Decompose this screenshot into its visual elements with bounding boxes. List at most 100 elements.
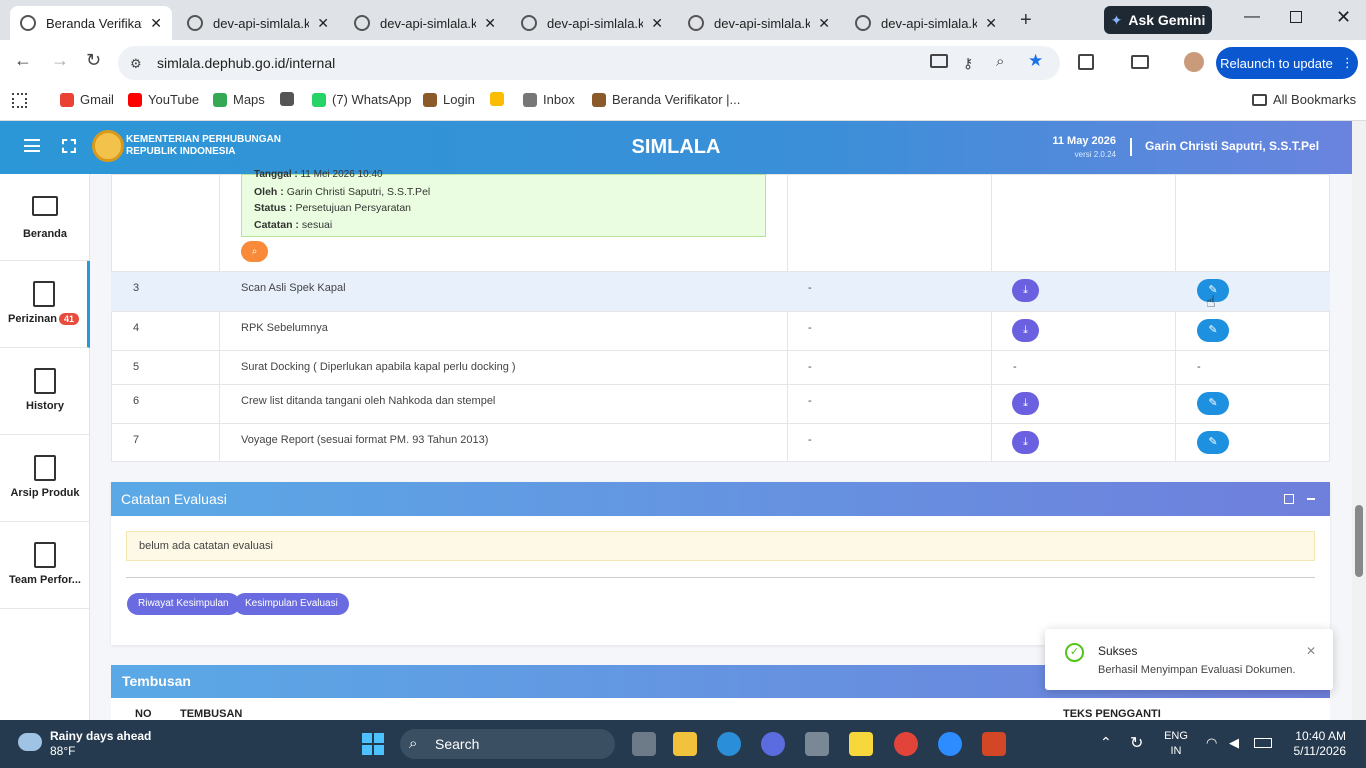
download-button[interactable]: ⤓ (1012, 431, 1039, 454)
sync-icon[interactable]: ↻ (1130, 733, 1143, 753)
profile-avatar[interactable] (1184, 52, 1204, 72)
bookmark-label: Beranda Verifikator |... (612, 92, 741, 107)
column-tembusan: TEMBUSAN (180, 708, 243, 720)
volume-icon[interactable]: ◀ (1229, 735, 1239, 751)
bookmark-label: YouTube (148, 92, 200, 107)
minimize-button[interactable]: — (1244, 8, 1260, 26)
bookmark-star-icon[interactable]: ★ (1028, 51, 1043, 71)
relaunch-button[interactable]: Relaunch to update ⋮ (1216, 47, 1358, 79)
document-icon (32, 281, 55, 307)
toast-close-icon[interactable]: ✕ (1306, 644, 1316, 658)
user-name[interactable]: Garin Christi Saputri, S.S.T.Pel (1145, 139, 1319, 153)
bookmark-item[interactable]: YouTube (128, 92, 199, 107)
sidebar-item-perizinan[interactable]: Perizinan 41 (0, 261, 90, 348)
kesimpulan-evaluasi-button[interactable]: Kesimpulan Evaluasi (234, 593, 349, 615)
document-icon (34, 542, 56, 568)
maximize-button[interactable] (1290, 11, 1302, 23)
back-button[interactable]: ← (14, 50, 32, 71)
tab-favicon-icon (855, 15, 871, 31)
apps-grid-icon[interactable] (12, 93, 27, 108)
scrollbar-thumb[interactable] (1355, 505, 1363, 577)
riwayat-kesimpulan-button[interactable]: Riwayat Kesimpulan (127, 593, 240, 615)
reload-button[interactable]: ↻ (86, 50, 101, 71)
system-clock[interactable]: 10:40 AM 5/11/2026 (1262, 729, 1347, 759)
url-text[interactable]: simlala.dephub.go.id/internal (157, 55, 335, 71)
camera-icon[interactable] (805, 732, 829, 756)
edit-button[interactable]: ✎ (1197, 319, 1229, 342)
bookmark-item[interactable]: Maps (213, 92, 265, 107)
download-button[interactable]: ⤓ (1012, 279, 1039, 302)
sidebar: Beranda Perizinan 41 History Arsip Produk… (0, 174, 90, 720)
sidebar-item-beranda[interactable]: Beranda (0, 174, 90, 261)
browser-tab[interactable]: dev-api-simlala.ke ✕ (845, 6, 1007, 40)
download-icon: ⤓ (1023, 324, 1028, 336)
tab-close-icon[interactable]: ✕ (651, 15, 663, 32)
sidebar-item-team-performance[interactable]: Team Perfor... (0, 522, 90, 609)
extensions-icon[interactable] (1078, 54, 1094, 70)
site-info-icon[interactable]: ⚙ (130, 56, 142, 72)
taskbar-search[interactable]: Search (400, 729, 615, 759)
toast-message: Berhasil Menyimpan Evaluasi Dokumen. (1098, 664, 1296, 676)
file-explorer-icon[interactable] (673, 732, 697, 756)
tab-close-icon[interactable]: ✕ (150, 15, 162, 32)
tab-favicon-icon (20, 15, 36, 31)
bookmark-favicon-icon (280, 92, 294, 106)
language-indicator[interactable]: ENG IN (1158, 729, 1194, 759)
edit-button[interactable]: ✎ (1197, 392, 1229, 415)
expand-icon[interactable] (1284, 494, 1294, 504)
browser-tab[interactable]: dev-api-simlala.ke ✕ (511, 6, 673, 40)
forward-button[interactable]: → (51, 50, 69, 71)
zoom-app-icon[interactable] (938, 732, 962, 756)
chrome-icon[interactable] (894, 732, 918, 756)
document-status: - (808, 322, 812, 334)
cast-icon[interactable] (1131, 55, 1149, 69)
tab-title: dev-api-simlala.ke (380, 15, 477, 31)
bookmark-label: (7) WhatsApp (332, 92, 412, 107)
password-key-icon[interactable]: ⚷ (963, 55, 973, 72)
edge-icon[interactable] (717, 732, 741, 756)
sidebar-item-arsip-produk[interactable]: Arsip Produk (0, 435, 90, 522)
chevron-up-icon[interactable]: ⌃ (1100, 734, 1112, 751)
browser-tab[interactable]: dev-api-simlala.ke ✕ (678, 6, 840, 40)
close-window-button[interactable]: ✕ (1336, 7, 1351, 28)
task-view-icon[interactable] (632, 732, 656, 756)
bookmark-item[interactable]: Gmail (60, 92, 114, 107)
tab-title: Beranda Verifikator (46, 15, 142, 31)
edit-icon: ✎ (1208, 324, 1218, 336)
app-icon[interactable] (761, 732, 785, 756)
install-app-icon[interactable] (930, 54, 948, 68)
zoom-icon[interactable]: ⌕ (996, 53, 1004, 70)
tab-close-icon[interactable]: ✕ (985, 15, 997, 32)
page-scrollbar[interactable] (1352, 121, 1366, 720)
bookmark-item[interactable]: Inbox (523, 92, 575, 107)
document-icon (34, 368, 56, 394)
bookmark-item[interactable] (280, 92, 294, 106)
bookmark-item[interactable] (490, 92, 504, 106)
sticky-notes-icon[interactable] (849, 732, 873, 756)
download-button[interactable]: ⤓ (1012, 392, 1039, 415)
powerpoint-icon[interactable] (982, 732, 1006, 756)
view-history-button[interactable]: ⌕ (241, 241, 268, 262)
wifi-icon[interactable]: ◠ (1206, 735, 1217, 751)
start-button[interactable] (362, 733, 384, 755)
browser-tab[interactable]: dev-api-simlala.ke ✕ (344, 6, 506, 40)
browser-tab[interactable]: Beranda Verifikator ✕ (10, 6, 172, 40)
sidebar-item-history[interactable]: History (0, 348, 90, 435)
ask-gemini-button[interactable]: ✦ Ask Gemini (1104, 6, 1212, 34)
new-tab-button[interactable]: + (1020, 9, 1032, 32)
bookmark-item[interactable]: Beranda Verifikator |... (592, 92, 740, 107)
bookmark-item[interactable]: Login (423, 92, 475, 107)
tab-close-icon[interactable]: ✕ (317, 15, 329, 32)
bookmark-item[interactable]: (7) WhatsApp (312, 92, 411, 107)
download-button[interactable]: ⤓ (1012, 319, 1039, 342)
tab-close-icon[interactable]: ✕ (484, 15, 496, 32)
tab-close-icon[interactable]: ✕ (818, 15, 830, 32)
weather-icon[interactable] (18, 733, 42, 751)
edit-button[interactable]: ✎ (1197, 431, 1229, 454)
all-bookmarks[interactable]: All Bookmarks (1252, 92, 1356, 107)
collapse-icon[interactable] (1307, 498, 1315, 500)
weather-widget[interactable]: Rainy days ahead 88°F (50, 729, 151, 759)
search-icon: ⌕ (251, 246, 258, 257)
browser-tab[interactable]: dev-api-simlala.ke ✕ (177, 6, 339, 40)
document-status: - (808, 361, 812, 373)
